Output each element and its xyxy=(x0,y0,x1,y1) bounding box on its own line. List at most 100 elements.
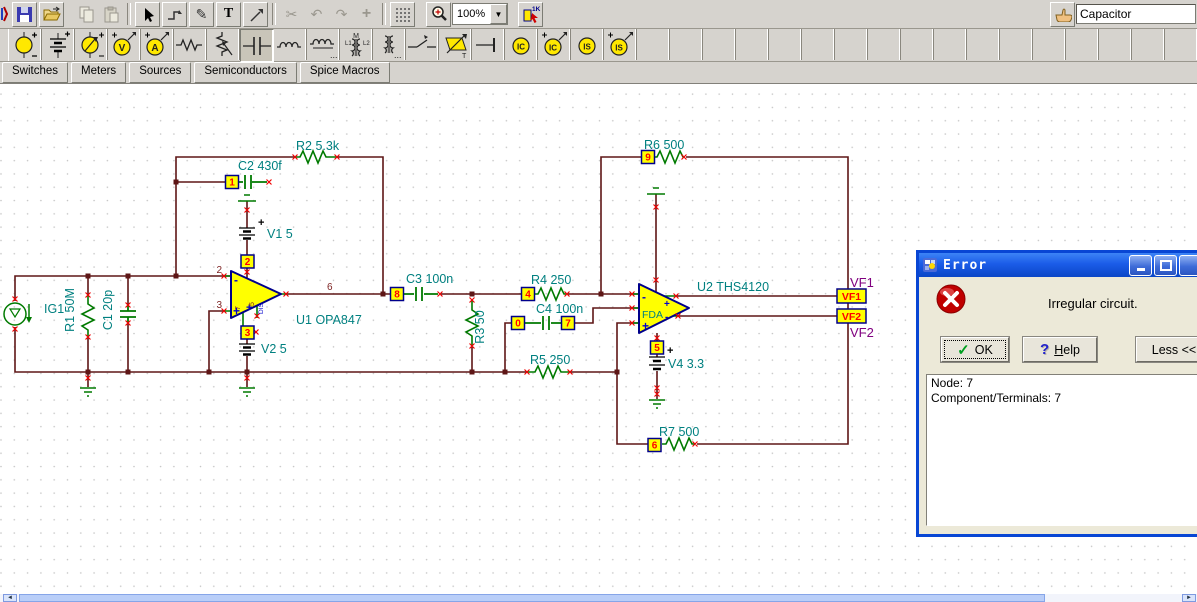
tab-semiconductors[interactable]: Semiconductors xyxy=(194,62,297,83)
battery-icon xyxy=(50,31,70,58)
save-icon xyxy=(17,6,32,22)
resistor-tool[interactable] xyxy=(174,29,207,60)
open-button[interactable] xyxy=(39,1,64,27)
node-badge-6: 6 xyxy=(647,437,662,453)
less-button[interactable]: Less << xyxy=(1135,336,1197,363)
draw-tool-button[interactable]: ✎ xyxy=(189,1,214,27)
copy-button[interactable] xyxy=(75,3,98,26)
redo-icon: ↷ xyxy=(335,6,348,22)
svg-text:5: 5 xyxy=(654,343,660,354)
value-tool-label: 1K xyxy=(532,6,541,13)
dialog-app-icon xyxy=(923,258,937,272)
component-toolbar: V A ... M L1 L2 ... T IC IC IS IS xyxy=(0,29,1197,62)
red-cursor-icon xyxy=(530,13,538,23)
wire-tool-button[interactable] xyxy=(162,1,187,27)
find-component-button[interactable] xyxy=(1050,1,1075,27)
current-source-icon xyxy=(81,31,104,58)
redo-button[interactable]: ↷ xyxy=(330,3,353,26)
coupled-inductor-tool[interactable]: ... xyxy=(307,29,340,60)
transformer-tool[interactable]: M L1 L2 xyxy=(340,29,373,60)
focus-rect xyxy=(944,340,1006,359)
controlled-source-icon: T xyxy=(445,33,467,59)
wire-icon xyxy=(168,9,182,20)
transformer-alt-icon: ... xyxy=(383,34,402,59)
is-source-icon: IS xyxy=(578,36,596,55)
vf2-terminal[interactable]: VF2 xyxy=(836,308,867,324)
error-icon xyxy=(936,284,966,314)
switch-tool[interactable] xyxy=(406,29,439,60)
maximize-button[interactable] xyxy=(1154,254,1177,276)
jumper-tool[interactable] xyxy=(472,29,505,60)
grid-toggle-button[interactable] xyxy=(390,1,415,27)
save-button[interactable] xyxy=(12,1,37,27)
minimize-icon xyxy=(1136,268,1145,271)
ok-button[interactable]: ✓ OK xyxy=(940,336,1010,363)
tab-switches[interactable]: Switches xyxy=(2,62,69,83)
current-source-tool[interactable] xyxy=(75,29,108,60)
fda-plus-mark: + xyxy=(642,319,649,333)
ic-source-plus-tool[interactable]: IC xyxy=(538,29,571,60)
zoom-dropdown-arrow[interactable]: ▼ xyxy=(490,4,507,24)
error-details-list[interactable]: Node: 7 Component/Terminals: 7 xyxy=(926,374,1197,526)
error-dialog-titlebar[interactable]: Error xyxy=(919,253,1197,277)
voltage-generator-tool[interactable]: V xyxy=(108,29,141,60)
svg-text:4: 4 xyxy=(525,290,531,301)
tab-spice-macros[interactable]: Spice Macros xyxy=(299,62,390,83)
help-button[interactable]: ? Help xyxy=(1022,336,1098,363)
tab-meters[interactable]: Meters xyxy=(71,62,127,83)
select-tool-button[interactable] xyxy=(135,1,160,27)
paste-icon xyxy=(104,6,118,22)
vf1-terminal[interactable]: VF1 xyxy=(836,288,867,304)
help-label: Help xyxy=(1054,342,1080,357)
zoom-level-select[interactable]: 100% ▼ xyxy=(452,3,508,25)
transformer-alt-tool[interactable]: ... xyxy=(373,29,406,60)
u1-pin7-label: 7 xyxy=(235,306,242,310)
svg-text:A: A xyxy=(151,43,158,54)
error-message: Irregular circuit. xyxy=(1048,296,1138,311)
detail-line: Node: 7 xyxy=(931,376,974,390)
crosshair-button[interactable]: + xyxy=(355,3,378,26)
open-folder-icon xyxy=(42,6,61,21)
component-value-tool-button[interactable]: 1K xyxy=(518,1,543,27)
question-icon: ? xyxy=(1040,341,1050,358)
scroll-right-button[interactable]: ► xyxy=(1182,594,1196,602)
u1-pin6-label: 6 xyxy=(327,282,333,293)
label-c2: C2 430f xyxy=(238,159,282,173)
is-source-plus-icon: IS xyxy=(608,31,633,56)
paste-button[interactable] xyxy=(100,3,123,26)
trim-tool-button[interactable] xyxy=(243,1,268,27)
close-button[interactable] xyxy=(1179,254,1197,276)
capacitor-tool[interactable] xyxy=(240,29,274,62)
zoom-tool-button[interactable] xyxy=(426,1,451,27)
less-label: Less << xyxy=(1151,342,1197,357)
label-r5: R5 250 xyxy=(530,353,570,367)
label-u2: U2 THS4120 xyxy=(697,280,769,294)
controlled-source-tool[interactable]: T xyxy=(439,29,472,60)
undo-icon: ↶ xyxy=(310,6,323,22)
svg-text:0: 0 xyxy=(515,319,521,330)
node-badge-0: 0 xyxy=(510,315,526,331)
scroll-left-button[interactable]: ◄ xyxy=(3,594,17,602)
ic-source-tool[interactable]: IC xyxy=(505,29,538,60)
minimize-button[interactable] xyxy=(1129,254,1152,276)
voltage-source-tool[interactable] xyxy=(9,29,42,60)
inductor-icon xyxy=(277,41,301,48)
app-icon xyxy=(0,3,10,26)
is-source-plus-tool[interactable]: IS xyxy=(604,29,637,60)
component-name-field[interactable] xyxy=(1076,4,1196,24)
battery-tool[interactable] xyxy=(42,29,75,60)
capacitor-icon xyxy=(243,36,271,55)
label-r7: R7 500 xyxy=(659,425,699,439)
tab-sources[interactable]: Sources xyxy=(129,62,192,83)
node-badge-2: 2 xyxy=(240,254,255,269)
potentiometer-tool[interactable] xyxy=(207,29,240,60)
cut-button[interactable]: ✂ xyxy=(280,3,303,26)
undo-button[interactable]: ↶ xyxy=(305,3,328,26)
horizontal-scrollbar[interactable]: ◄ ► xyxy=(0,594,1197,602)
label-r6: R6 500 xyxy=(644,138,684,152)
inductor-tool[interactable] xyxy=(274,29,307,60)
scrollbar-thumb[interactable] xyxy=(19,594,1045,602)
text-tool-button[interactable]: T xyxy=(216,1,241,27)
is-source-tool[interactable]: IS xyxy=(571,29,604,60)
current-generator-tool[interactable]: A xyxy=(141,29,174,60)
